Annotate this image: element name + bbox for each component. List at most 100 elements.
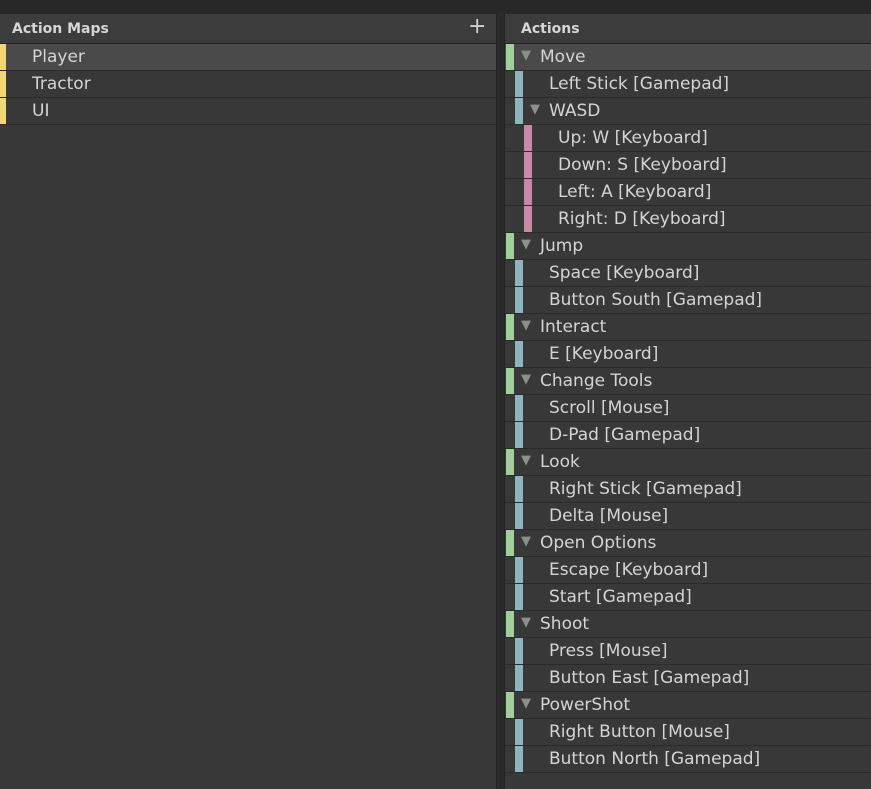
action-item-move[interactable]: ▼ Move [505, 44, 871, 71]
composite-part-item-left-a-keyboard[interactable]: Left: A [Keyboard] [505, 179, 871, 206]
binding-item-scroll-mouse[interactable]: Scroll [Mouse] [505, 395, 871, 422]
expand-triangle-icon[interactable]: ▼ [530, 102, 540, 117]
action-item-change-tools[interactable]: ▼ Change Tools [505, 368, 871, 395]
expand-triangle-icon[interactable]: ▼ [521, 318, 531, 333]
binding-color-stripe [515, 557, 523, 583]
input-actions-editor: Action Maps + Player Tractor UI Actions ▼ M… [0, 0, 871, 789]
action-map-color-stripe [0, 44, 6, 70]
binding-item-press-mouse[interactable]: Press [Mouse] [505, 638, 871, 665]
composite-part-item-right-d-keyboard[interactable]: Right: D [Keyboard] [505, 206, 871, 233]
binding-item-right-stick-gamepad[interactable]: Right Stick [Gamepad] [505, 476, 871, 503]
binding-label: Space [Keyboard] [549, 263, 700, 283]
binding-item-left-stick-gamepad[interactable]: Left Stick [Gamepad] [505, 71, 871, 98]
part-label: Down: S [Keyboard] [558, 155, 727, 175]
action-map-color-stripe [0, 98, 6, 124]
actions-title: Actions [521, 21, 580, 37]
binding-label: Scroll [Mouse] [549, 398, 670, 418]
binding-item-e-keyboard[interactable]: E [Keyboard] [505, 341, 871, 368]
panel-splitter[interactable] [496, 13, 505, 789]
binding-label: Button East [Gamepad] [549, 668, 750, 688]
action-map-item-ui[interactable]: UI [0, 98, 496, 125]
binding-label: Button South [Gamepad] [549, 290, 763, 310]
action-color-stripe [506, 449, 514, 475]
window-top-bar [0, 0, 871, 13]
action-item-open-options[interactable]: ▼ Open Options [505, 530, 871, 557]
action-label: PowerShot [540, 695, 631, 715]
part-label: Up: W [Keyboard] [558, 128, 708, 148]
composite-part-item-down-s-keyboard[interactable]: Down: S [Keyboard] [505, 152, 871, 179]
action-label: Change Tools [540, 371, 653, 391]
expand-triangle-icon[interactable]: ▼ [521, 615, 531, 630]
action-label: Shoot [540, 614, 590, 634]
binding-color-stripe [515, 476, 523, 502]
action-map-label: UI [32, 101, 50, 121]
binding-color-stripe [515, 584, 523, 610]
expand-triangle-icon[interactable]: ▼ [521, 696, 531, 711]
binding-item-delta-mouse[interactable]: Delta [Mouse] [505, 503, 871, 530]
binding-item-space-keyboard[interactable]: Space [Keyboard] [505, 260, 871, 287]
binding-label: Press [Mouse] [549, 641, 668, 661]
part-color-stripe [524, 206, 532, 232]
binding-color-stripe [515, 503, 523, 529]
binding-color-stripe [515, 260, 523, 286]
action-map-label: Player [32, 47, 85, 67]
binding-label: Right Button [Mouse] [549, 722, 730, 742]
binding-item-button-north-gamepad[interactable]: Button North [Gamepad] [505, 746, 871, 773]
part-label: Left: A [Keyboard] [558, 182, 712, 202]
binding-label: D-Pad [Gamepad] [549, 425, 701, 445]
expand-triangle-icon[interactable]: ▼ [521, 534, 531, 549]
binding-color-stripe [515, 422, 523, 448]
action-label: Open Options [540, 533, 657, 553]
action-color-stripe [506, 314, 514, 340]
actions-panel: Actions ▼ Move Left Stick [Gamepad] ▼ WASD Up… [505, 13, 871, 789]
action-color-stripe [506, 611, 514, 637]
binding-label: Left Stick [Gamepad] [549, 74, 730, 94]
part-color-stripe [524, 125, 532, 151]
binding-color-stripe [515, 638, 523, 664]
binding-item-button-south-gamepad[interactable]: Button South [Gamepad] [505, 287, 871, 314]
binding-color-stripe [515, 287, 523, 313]
binding-color-stripe [515, 746, 523, 772]
binding-item-right-button-mouse[interactable]: Right Button [Mouse] [505, 719, 871, 746]
binding-item-button-east-gamepad[interactable]: Button East [Gamepad] [505, 665, 871, 692]
action-map-item-player[interactable]: Player [0, 44, 496, 71]
composite-part-item-up-w-keyboard[interactable]: Up: W [Keyboard] [505, 125, 871, 152]
action-item-shoot[interactable]: ▼ Shoot [505, 611, 871, 638]
expand-triangle-icon[interactable]: ▼ [521, 453, 531, 468]
binding-label: Start [Gamepad] [549, 587, 692, 607]
action-label: Move [540, 47, 586, 67]
expand-triangle-icon[interactable]: ▼ [521, 372, 531, 387]
binding-label: E [Keyboard] [549, 344, 659, 364]
action-label: Jump [540, 236, 584, 256]
action-map-color-stripe [0, 71, 6, 97]
action-maps-header: Action Maps + [0, 13, 496, 44]
composite-color-stripe [515, 98, 523, 124]
action-label: Look [540, 452, 580, 472]
binding-item-start-gamepad[interactable]: Start [Gamepad] [505, 584, 871, 611]
action-item-powershot[interactable]: ▼ PowerShot [505, 692, 871, 719]
action-item-interact[interactable]: ▼ Interact [505, 314, 871, 341]
binding-color-stripe [515, 341, 523, 367]
action-map-item-tractor[interactable]: Tractor [0, 71, 496, 98]
part-color-stripe [524, 152, 532, 178]
binding-item-escape-keyboard[interactable]: Escape [Keyboard] [505, 557, 871, 584]
binding-item-d-pad-gamepad[interactable]: D-Pad [Gamepad] [505, 422, 871, 449]
binding-label: Button North [Gamepad] [549, 749, 761, 769]
action-color-stripe [506, 233, 514, 259]
binding-label: Escape [Keyboard] [549, 560, 709, 580]
action-maps-title: Action Maps [12, 21, 109, 37]
action-label: Interact [540, 317, 607, 337]
actions-header: Actions [505, 13, 871, 44]
expand-triangle-icon[interactable]: ▼ [521, 237, 531, 252]
action-maps-panel: Action Maps + Player Tractor UI [0, 13, 496, 789]
action-maps-list: Player Tractor UI [0, 44, 496, 125]
binding-color-stripe [515, 665, 523, 691]
action-item-look[interactable]: ▼ Look [505, 449, 871, 476]
composite-item-wasd[interactable]: ▼ WASD [505, 98, 871, 125]
action-item-jump[interactable]: ▼ Jump [505, 233, 871, 260]
add-action-map-button[interactable]: + [468, 15, 486, 39]
actions-tree: ▼ Move Left Stick [Gamepad] ▼ WASD Up: W [Key… [505, 44, 871, 773]
expand-triangle-icon[interactable]: ▼ [521, 48, 531, 63]
binding-label: Delta [Mouse] [549, 506, 669, 526]
action-map-label: Tractor [32, 74, 91, 94]
